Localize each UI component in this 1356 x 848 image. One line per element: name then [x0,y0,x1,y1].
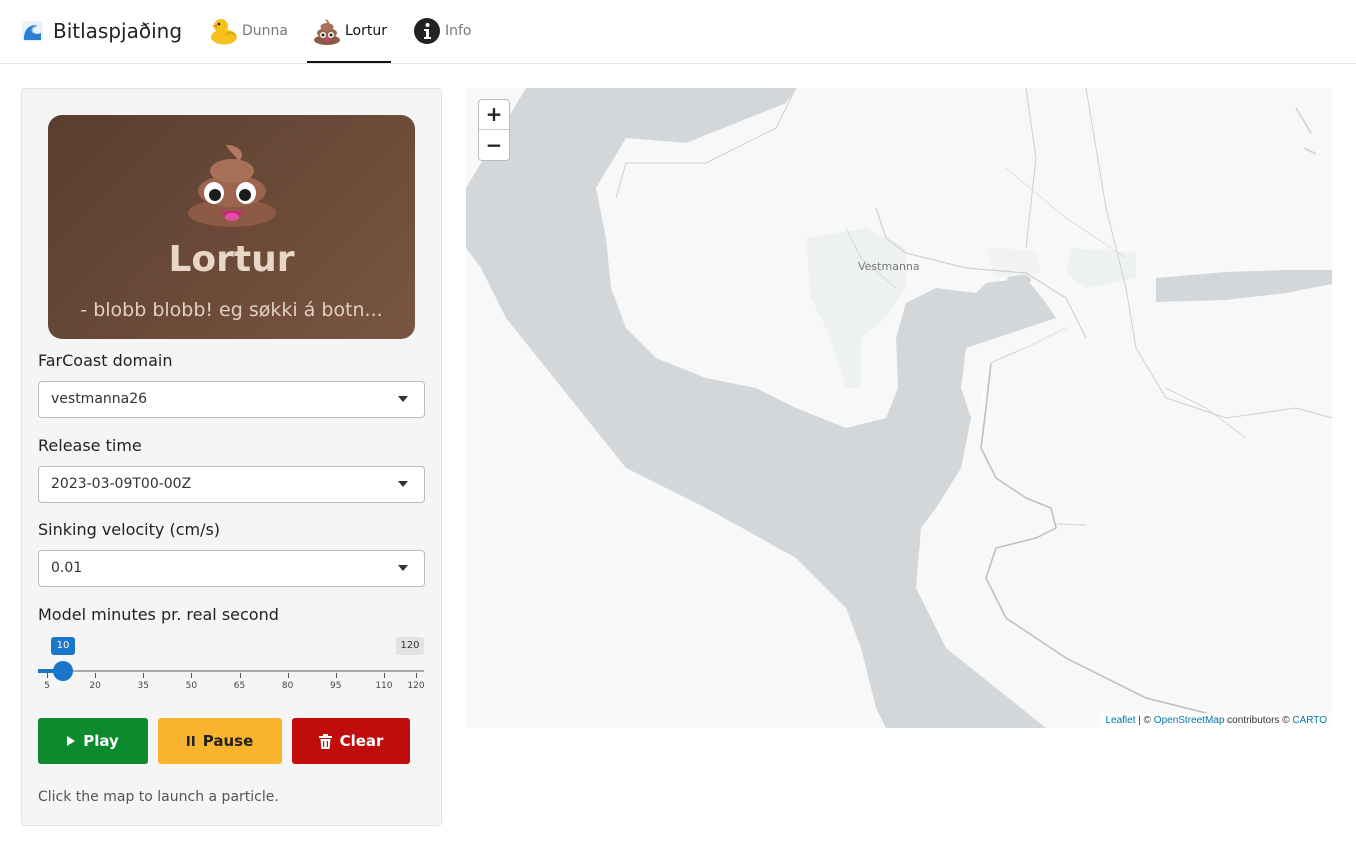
tab-lortur-label: Lortur [345,22,387,39]
slider-tick [191,673,193,678]
slider-max-bubble: 120 [396,637,424,655]
brand[interactable]: Bitlaspjaðing [22,17,182,45]
slider-tick-label: 80 [281,681,294,691]
hero-card: Lortur - blobb blobb! eg søkki á botn... [48,115,415,339]
attribution-separator: | © [1135,715,1154,726]
tab-info-label: Info [445,23,472,39]
pause-button[interactable]: Pause [158,718,282,764]
slider-tick-label: 120 [407,681,425,691]
poop-emoji-icon [188,145,276,227]
duck-icon [211,19,237,45]
tab-dunna[interactable]: Dunna [208,0,288,62]
slider-tick [383,673,385,678]
sidebar-panel: Lortur - blobb blobb! eg søkki á botn...… [21,88,442,826]
osm-link[interactable]: OpenStreetMap [1154,715,1225,726]
slider-tick-label: 110 [375,681,393,691]
slider-tick-label: 20 [89,681,101,691]
domain-label: FarCoast domain [38,351,173,370]
slider-tick [239,673,241,678]
slider-tick-label: 65 [233,681,246,691]
clear-button[interactable]: Clear [292,718,410,764]
slider-tick [416,673,417,678]
poop-icon [314,18,340,45]
tab-dunna-label: Dunna [242,23,288,39]
slider-tick [143,673,145,678]
chevron-down-icon [398,481,408,487]
slider-tick [95,673,97,678]
zoom-out-button[interactable]: − [479,130,509,160]
slider-tick-label: 95 [330,681,342,691]
slider-tick-label: 35 [137,681,149,691]
slider-handle[interactable] [53,661,74,681]
sinking-velocity-label: Sinking velocity (cm/s) [38,520,221,539]
clear-button-label: Clear [339,732,384,750]
speed-slider[interactable]: 10 120 5 20 35 50 65 80 95 110 120 [38,637,426,693]
slider-tick [47,673,48,678]
chevron-down-icon [398,565,408,571]
release-time-select-value: 2023-03-09T00-00Z [51,476,192,492]
slider-track[interactable] [38,670,424,672]
play-button-label: Play [83,732,119,750]
hint-text: Click the map to launch a particle. [38,789,279,805]
pause-icon [186,736,195,746]
release-time-select[interactable]: 2023-03-09T00-00Z [38,466,425,503]
domain-select-value: vestmanna26 [51,391,148,407]
slider-value-bubble: 10 [51,637,75,655]
speed-slider-label: Model minutes pr. real second [38,605,279,624]
map-attribution: Leaflet | © OpenStreetMap contributors ©… [1100,713,1332,728]
slider-tick [287,673,289,678]
brand-title: Bitlaspjaðing [53,19,183,43]
carto-link[interactable]: CARTO [1292,715,1327,726]
zoom-control: + − [478,99,510,161]
slider-tick [335,673,337,678]
map-tiles[interactable] [466,88,1332,728]
release-time-label: Release time [38,436,142,455]
chevron-down-icon [398,396,408,402]
navbar: Bitlaspjaðing Dunna Lortur Info [0,0,1356,64]
tab-lortur[interactable]: Lortur [307,0,391,63]
slider-tick-label: 50 [185,681,198,691]
attribution-contributors: contributors © [1224,715,1293,726]
play-icon [67,736,76,746]
play-button[interactable]: Play [38,718,148,764]
pause-button-label: Pause [202,732,254,750]
map-town-label: Vestmanna [858,260,920,273]
sinking-velocity-select-value: 0.01 [51,560,83,576]
info-icon [414,18,440,44]
trash-icon [318,733,332,749]
hero-title: Lortur [168,239,295,280]
domain-select[interactable]: vestmanna26 [38,381,425,418]
wave-logo-icon [22,20,43,42]
map[interactable]: + − Vestmanna Leaflet | © OpenStreetMap … [466,88,1332,728]
slider-tick-label: 5 [44,681,50,691]
hero-subtitle: - blobb blobb! eg søkki á botn... [80,299,383,321]
tab-info[interactable]: Info [413,0,472,62]
leaflet-link[interactable]: Leaflet [1105,715,1135,726]
zoom-in-button[interactable]: + [479,100,509,130]
sinking-velocity-select[interactable]: 0.01 [38,550,425,587]
